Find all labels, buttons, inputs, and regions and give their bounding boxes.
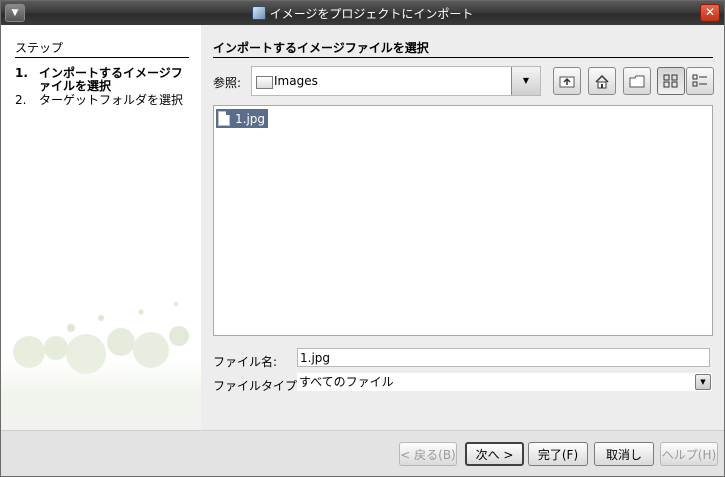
file-name-label: ファイル名: (213, 355, 278, 369)
folder-icon (256, 76, 273, 89)
close-icon: ✕ (704, 5, 716, 19)
title-bar: ▼ イメージをプロジェクトにインポート ✕ (1, 1, 724, 25)
steps-title: ステップ (15, 39, 189, 58)
back-button[interactable]: < 戻る(B) (399, 442, 457, 466)
home-button[interactable] (588, 67, 616, 95)
file-type-label: ファイルタイプ: (213, 379, 302, 393)
steps-pane: ステップ 1. インポートするイメージファイルを選択 2. ターゲットフォルダを選択 (1, 25, 201, 430)
list-view-button[interactable] (657, 67, 685, 95)
finish-button[interactable]: 完了(F) (528, 442, 588, 466)
up-one-level-button[interactable] (553, 67, 581, 95)
button-bar: < 戻る(B) 次へ > 完了(F) 取消し ヘルプ(H) (1, 430, 724, 476)
look-in-value: Images (274, 74, 318, 88)
step-label: インポートするイメージファイルを選択 (39, 66, 183, 93)
new-folder-button[interactable] (623, 67, 651, 95)
list-item[interactable]: 1.jpg (216, 109, 269, 128)
project-cube-icon (251, 6, 266, 20)
window-title: イメージをプロジェクトにインポート (1, 5, 724, 22)
new-folder-icon (629, 75, 645, 87)
file-name: 1.jpg (235, 111, 266, 126)
next-button[interactable]: 次へ > (465, 442, 524, 466)
help-button[interactable]: ヘルプ(H) (660, 442, 718, 466)
decorative-bubbles (1, 302, 201, 430)
file-name-field[interactable]: 1.jpg (297, 348, 710, 367)
look-in-label: 参照: (213, 76, 242, 90)
panel-title: インポートするイメージファイルを選択 (213, 39, 713, 58)
up-folder-icon (559, 76, 575, 88)
import-image-dialog: ▼ イメージをプロジェクトにインポート ✕ ステップ 1. インポートするイメージ… (0, 0, 725, 477)
home-icon (595, 74, 609, 88)
step-label: ターゲットフォルダを選択 (39, 93, 184, 107)
file-type-combobox[interactable]: すべてのファイル ▼ (297, 373, 712, 391)
step-item-2: 2. ターゲットフォルダを選択 (15, 94, 189, 107)
step-item-1: 1. インポートするイメージファイルを選択 (15, 67, 189, 93)
list-view-icon (663, 74, 678, 88)
step-number: 1. (15, 66, 28, 80)
file-list[interactable]: 1.jpg (213, 105, 713, 336)
look-in-combobox[interactable]: Images ▼ (251, 66, 541, 96)
dropdown-arrow-icon[interactable]: ▼ (511, 67, 540, 95)
content-pane: インポートするイメージファイルを選択 参照: Images ▼ 1.jpg ファ… (201, 25, 724, 430)
details-view-icon (692, 74, 707, 87)
cancel-button[interactable]: 取消し (594, 442, 654, 466)
file-type-value: すべてのファイル (299, 375, 394, 389)
dropdown-arrow-icon[interactable]: ▼ (695, 374, 711, 390)
details-view-button[interactable] (686, 67, 714, 95)
file-icon (218, 111, 230, 126)
step-number: 2. (15, 93, 27, 107)
close-button[interactable]: ✕ (700, 4, 720, 22)
